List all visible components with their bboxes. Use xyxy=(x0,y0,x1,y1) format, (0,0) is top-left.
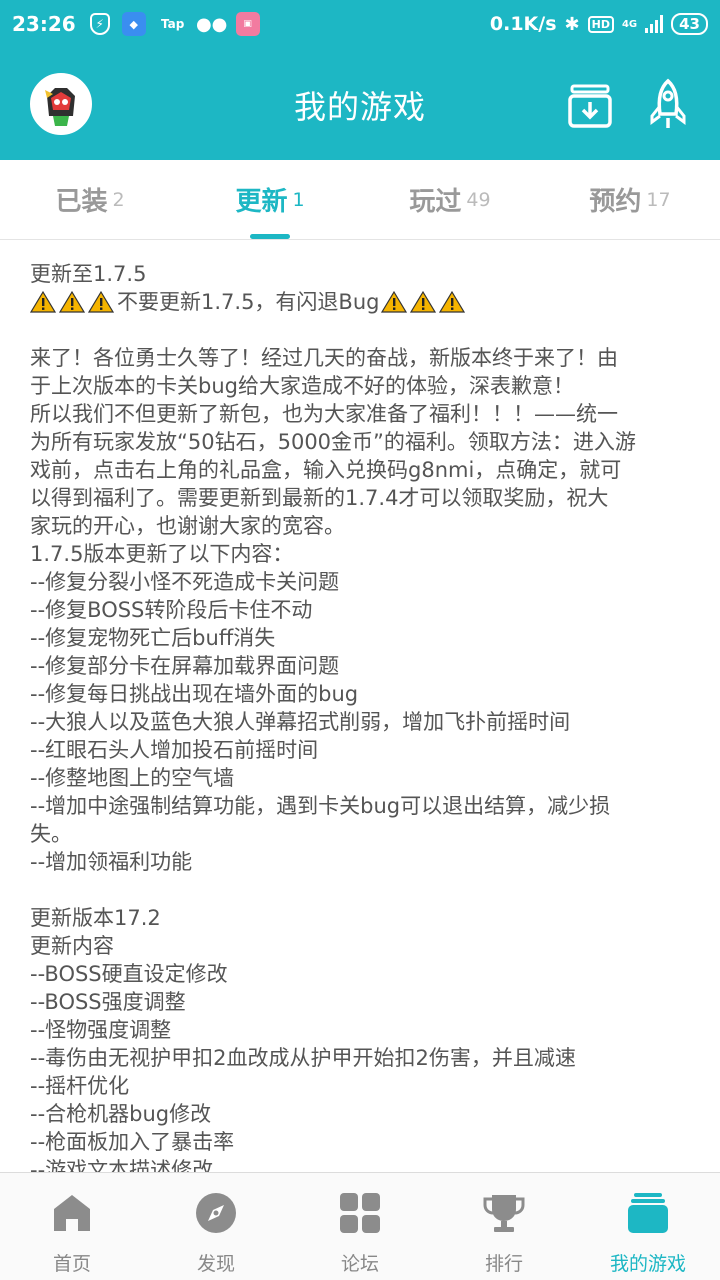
active-tab-indicator xyxy=(250,234,290,239)
hd-icon: HD xyxy=(587,15,614,33)
note-line: --红眼石头人增加投石前摇时间 xyxy=(30,738,319,762)
bottom-nav: 首页 发现 论坛 排行 我的游戏 xyxy=(0,1172,720,1280)
bluetooth-icon: ✱ xyxy=(564,13,580,35)
battery-icon: 43 xyxy=(671,13,708,35)
warning-icon xyxy=(88,290,114,313)
update-version-heading: 更新至1.7.5 xyxy=(30,262,147,286)
download-icon xyxy=(568,84,612,128)
warning-icon xyxy=(410,290,437,313)
app-notification-icon: ◆ xyxy=(121,12,146,36)
note-line: --修复BOSS转阶段后卡住不动 xyxy=(30,598,313,622)
note-line: --增加中途强制结算功能，遇到卡关bug可以退出结算，减少损 xyxy=(30,794,611,818)
note-line: 1.7.5版本更新了以下内容： xyxy=(30,542,294,566)
note-line: 以得到福利了。需要更新到最新的1.7.4才可以领取奖励，祝大 xyxy=(30,486,609,510)
note-line: --枪面板加入了暴击率 xyxy=(30,1130,235,1154)
nav-label: 我的游戏 xyxy=(609,1253,686,1275)
home-icon xyxy=(54,1195,90,1231)
tab-count: 49 xyxy=(466,188,491,211)
status-bar: 23:26 ⚡ ◆ Tap ●● ▣ 0.1K/s ✱ HD 4G 43 xyxy=(0,0,720,48)
note-line: --合枪机器bug修改 xyxy=(30,1102,212,1126)
nav-discover[interactable]: 发现 xyxy=(144,1173,288,1280)
bilibili-notification-icon: ▣ xyxy=(235,12,260,36)
shield-notification-icon: ⚡ xyxy=(89,13,110,35)
note-line: --大狼人以及蓝色大狼人弹幕招式削弱，增加飞扑前摇时间 xyxy=(30,710,571,734)
note-lines: 来了！各位勇士久等了！经过几天的奋战，新版本终于来了！由 于上次版本的卡关bug给… xyxy=(30,316,690,1172)
trophy-icon xyxy=(483,1195,525,1232)
tap-notification-icon: Tap xyxy=(161,17,185,31)
tab-label: 玩过 xyxy=(409,187,462,217)
tab-label: 已装 xyxy=(55,187,108,217)
my-games-icon xyxy=(628,1193,668,1233)
warning-icon xyxy=(59,290,85,313)
tab-reserved[interactable]: 预约 17 xyxy=(540,160,720,239)
note-line: 戏前，点击右上角的礼品盒，输入兑换码g8nmi，点确定，就可 xyxy=(30,458,622,482)
nav-label: 首页 xyxy=(52,1253,91,1275)
update-notes[interactable]: 更新至1.7.5 不要更新1.7.5，有闪退Bug 来了！各位勇士久等了！经过几… xyxy=(0,240,720,1172)
note-line: 于上次版本的卡关bug给大家造成不好的体验，深表歉意！ xyxy=(30,374,574,398)
note-line: --修复每日挑战出现在墙外面的bug xyxy=(30,682,359,706)
network-speed: 0.1K/s xyxy=(489,13,557,35)
note-line: --摇杆优化 xyxy=(30,1074,130,1098)
note-line: 失。 xyxy=(30,822,72,846)
network-type: 4G xyxy=(621,18,638,30)
notification-icons: ⚡ ◆ Tap ●● ▣ xyxy=(89,12,260,36)
speed-up-button[interactable] xyxy=(646,78,690,132)
note-line: 来了！各位勇士久等了！经过几天的奋战，新版本终于来了！由 xyxy=(30,346,618,370)
nav-home[interactable]: 首页 xyxy=(0,1173,144,1280)
warning-line: 不要更新1.7.5，有闪退Bug xyxy=(30,288,690,316)
tab-label: 更新 xyxy=(235,187,288,217)
wechat-notification-icon: ●● xyxy=(195,13,228,35)
note-line: --修复分裂小怪不死造成卡关问题 xyxy=(30,570,340,594)
tab-count: 2 xyxy=(112,188,125,211)
note-line: --修复宠物死亡后buff消失 xyxy=(30,626,276,650)
tab-updates[interactable]: 更新 1 xyxy=(180,160,360,239)
grid-icon xyxy=(340,1193,380,1233)
nav-my-games[interactable]: 我的游戏 xyxy=(576,1173,720,1280)
nav-forum[interactable]: 论坛 xyxy=(288,1173,432,1280)
download-manager-button[interactable] xyxy=(566,82,614,130)
note-line: 更新内容 xyxy=(30,934,114,958)
warning-icon xyxy=(439,290,466,313)
tab-bar: 已装 2 更新 1 玩过 49 预约 17 xyxy=(0,160,720,240)
warning-text: 不要更新1.7.5，有闪退Bug xyxy=(117,290,380,314)
note-line: --游戏文本描述修改 xyxy=(30,1158,214,1172)
warning-icon xyxy=(30,290,56,313)
nav-ranking[interactable]: 排行 xyxy=(432,1173,576,1280)
tab-count: 1 xyxy=(292,188,305,211)
app-header: 我的游戏 xyxy=(0,48,720,160)
note-line: 更新版本17.2 xyxy=(30,906,161,930)
note-line: --修复部分卡在屏幕加载界面问题 xyxy=(30,654,340,678)
status-right: 0.1K/s ✱ HD 4G 43 xyxy=(490,13,708,35)
note-line: 家玩的开心，也谢谢大家的宽容。 xyxy=(30,514,345,538)
compass-icon xyxy=(196,1193,236,1233)
nav-label: 排行 xyxy=(484,1253,523,1275)
note-line: --毒伤由无视护甲扣2血改成从护甲开始扣2伤害，并且减速 xyxy=(30,1046,576,1070)
nav-label: 发现 xyxy=(196,1253,235,1275)
note-line: --BOSS强度调整 xyxy=(30,990,186,1014)
note-line: --BOSS硬直设定修改 xyxy=(30,962,228,986)
note-line: --怪物强度调整 xyxy=(30,1018,172,1042)
nav-label: 论坛 xyxy=(340,1253,379,1275)
tab-played[interactable]: 玩过 49 xyxy=(360,160,540,239)
note-line: 为所有玩家发放“50钻石，5000金币”的福利。领取方法：进入游 xyxy=(30,430,636,454)
tab-label: 预约 xyxy=(589,187,642,217)
note-line: --增加领福利功能 xyxy=(30,850,193,874)
signal-icon xyxy=(645,15,664,33)
warning-icon xyxy=(381,290,408,313)
rocket-icon xyxy=(650,78,686,128)
note-line: --修整地图上的空气墙 xyxy=(30,766,235,790)
tab-installed[interactable]: 已装 2 xyxy=(0,160,180,239)
status-time: 23:26 xyxy=(12,12,76,36)
note-line: 所以我们不但更新了新包，也为大家准备了福利！！！——统一 xyxy=(30,402,618,426)
tab-count: 17 xyxy=(646,188,671,211)
